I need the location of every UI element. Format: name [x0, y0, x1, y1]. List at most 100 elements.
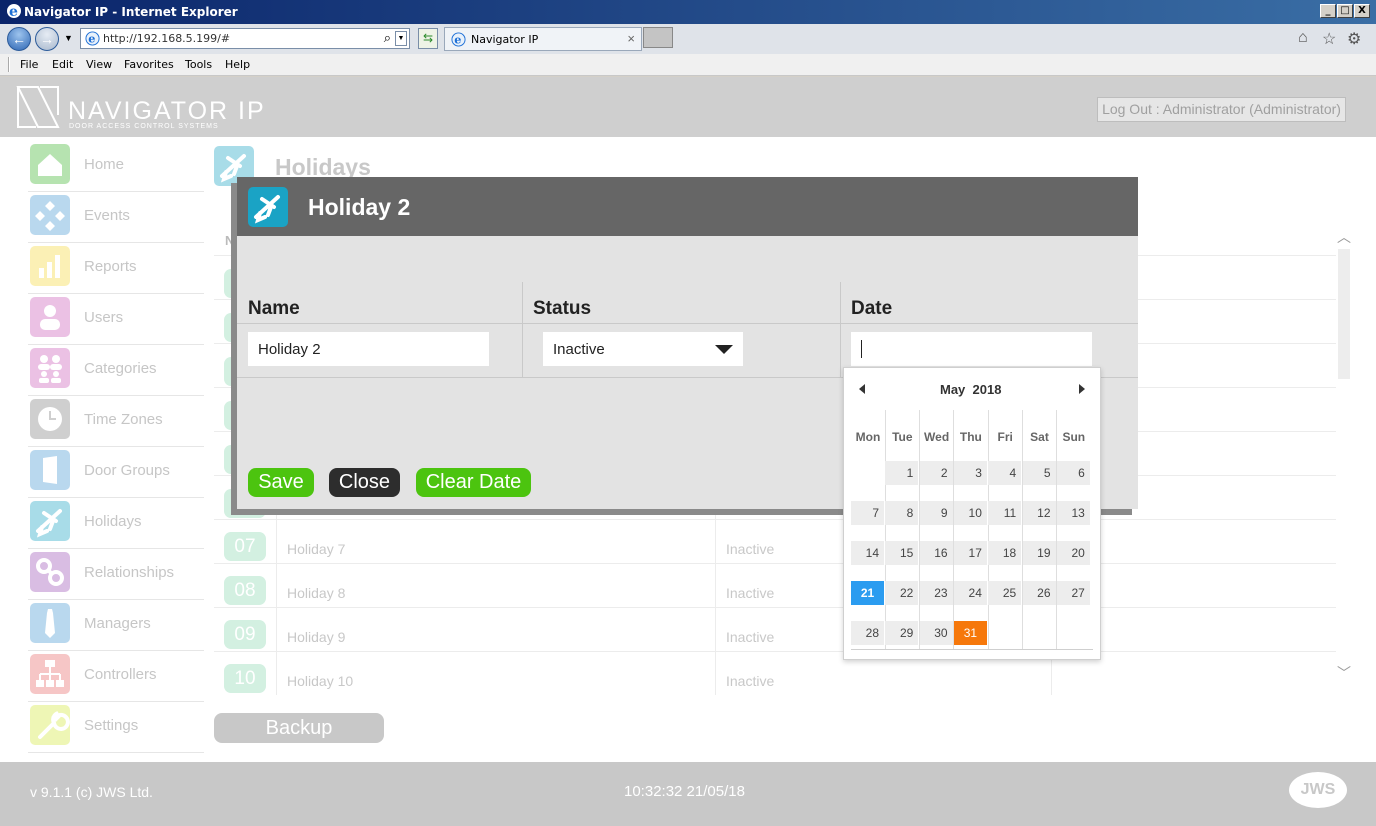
maximize-button[interactable]: □: [1337, 4, 1353, 18]
table-row[interactable]: 10 Holiday 10 Inactive: [214, 658, 1336, 702]
table-row[interactable]: 07 Holiday 7 Inactive: [214, 526, 1336, 570]
date-input[interactable]: [851, 332, 1092, 366]
menu-favorites[interactable]: Favorites: [124, 58, 174, 71]
calendar-day[interactable]: 5: [1022, 461, 1056, 485]
backup-button[interactable]: Backup: [214, 713, 384, 743]
scroll-down-arrow-icon[interactable]: ﹀: [1336, 663, 1352, 683]
table-row[interactable]: 08 Holiday 8 Inactive: [214, 570, 1336, 614]
prev-month-arrow-icon[interactable]: [859, 384, 865, 394]
sidebar-item-label: Door Groups: [84, 462, 170, 479]
sidebar-item-holidays[interactable]: Holidays: [28, 498, 204, 549]
sidebar-item-relationships[interactable]: Relationships: [28, 549, 204, 600]
sidebar-item-managers[interactable]: Managers: [28, 600, 204, 651]
calendar-day[interactable]: 22: [885, 581, 919, 605]
menu-view[interactable]: View: [86, 58, 112, 71]
status-select[interactable]: Inactive: [543, 332, 743, 366]
sidebar-item-categories[interactable]: Categories: [28, 345, 204, 396]
calendar-day[interactable]: 8: [885, 501, 919, 525]
calendar-day[interactable]: 10: [953, 501, 987, 525]
clear-date-button[interactable]: Clear Date: [416, 468, 531, 497]
sidebar-item-users[interactable]: Users: [28, 294, 204, 345]
calendar-column-line: [1056, 410, 1058, 650]
menu-bar: File Edit View Favorites Tools Help: [0, 54, 1376, 76]
calendar-day[interactable]: 25: [988, 581, 1022, 605]
calendar-day[interactable]: 14: [851, 541, 884, 565]
calendar-day[interactable]: 21: [851, 581, 884, 605]
next-month-arrow-icon[interactable]: [1079, 384, 1085, 394]
calendar-day[interactable]: 13: [1056, 501, 1090, 525]
weekday-header: Sat: [1030, 430, 1049, 444]
calendar-day[interactable]: 24: [953, 581, 987, 605]
url-field[interactable]: e http://192.168.5.199/# ⌕ ▼: [80, 28, 410, 49]
sidebar-item-home[interactable]: Home: [28, 141, 204, 192]
chevron-down-icon: [715, 345, 733, 354]
calendar-day[interactable]: 18: [988, 541, 1022, 565]
save-button[interactable]: Save: [248, 468, 314, 497]
minimize-button[interactable]: _: [1320, 4, 1336, 18]
calendar-day[interactable]: 1: [885, 461, 919, 485]
back-button[interactable]: ←: [7, 27, 31, 51]
calendar-day[interactable]: 11: [988, 501, 1022, 525]
calendar-day[interactable]: 17: [953, 541, 987, 565]
calendar-day[interactable]: 15: [885, 541, 919, 565]
ie-logo-icon: e: [7, 4, 21, 19]
sidebar-item-label: Relationships: [84, 564, 175, 581]
calendar-day[interactable]: 27: [1056, 581, 1090, 605]
calendar-day[interactable]: 28: [851, 621, 884, 645]
holiday-status: Inactive: [726, 629, 775, 645]
column-header-name: Name: [248, 298, 300, 319]
calendar-day[interactable]: 20: [1056, 541, 1090, 565]
dialog-header: Holiday 2: [237, 177, 1138, 236]
url-dropdown-icon[interactable]: ▼: [395, 31, 407, 46]
calendar-day[interactable]: 26: [1022, 581, 1056, 605]
footer: v 9.1.1 (c) JWS Ltd. 10:32:32 21/05/18 J…: [0, 762, 1376, 826]
scrollbar-thumb[interactable]: [1338, 249, 1350, 379]
row-number-badge: 09: [224, 620, 266, 649]
calendar-day[interactable]: 9: [919, 501, 953, 525]
history-dropdown-icon[interactable]: ▼: [64, 33, 73, 43]
network-icon: [30, 654, 70, 694]
calendar-day[interactable]: 31: [953, 621, 987, 645]
forward-button[interactable]: →: [35, 27, 59, 51]
calendar-day[interactable]: 3: [953, 461, 987, 485]
browser-tab[interactable]: e Navigator IP ×: [444, 27, 642, 51]
gear-icon[interactable]: ⚙: [1347, 29, 1361, 49]
home-icon[interactable]: ⌂: [1298, 29, 1308, 47]
calendar-day[interactable]: 7: [851, 501, 884, 525]
close-button[interactable]: Close: [329, 468, 400, 497]
logo-subtitle: DOOR ACCESS CONTROL SYSTEMS: [69, 123, 219, 130]
calendar-day[interactable]: 30: [919, 621, 953, 645]
diamonds-icon: [30, 195, 70, 235]
calendar-day[interactable]: 2: [919, 461, 953, 485]
sidebar-item-events[interactable]: Events: [28, 192, 204, 243]
calendar-day[interactable]: 16: [919, 541, 953, 565]
window-titlebar: e Navigator IP - Internet Explorer _ □ X: [0, 0, 1376, 24]
menu-file[interactable]: File: [20, 58, 38, 71]
table-row[interactable]: 09 Holiday 9 Inactive: [214, 614, 1336, 658]
calendar-day[interactable]: 4: [988, 461, 1022, 485]
dialog-row-divider: [237, 323, 1138, 324]
calendar-day[interactable]: 23: [919, 581, 953, 605]
calendar-day[interactable]: 29: [885, 621, 919, 645]
calendar-day[interactable]: 6: [1056, 461, 1090, 485]
calendar-day[interactable]: 19: [1022, 541, 1056, 565]
menu-edit[interactable]: Edit: [52, 58, 73, 71]
sidebar-item-settings[interactable]: Settings: [28, 702, 204, 753]
weekday-header: Fri: [997, 430, 1013, 444]
calendar-day[interactable]: 12: [1022, 501, 1056, 525]
menu-help[interactable]: Help: [225, 58, 250, 71]
logout-button[interactable]: Log Out : Administrator (Administrator): [1097, 97, 1346, 122]
new-tab-button[interactable]: [643, 27, 673, 48]
favorites-star-icon[interactable]: ☆: [1322, 29, 1336, 49]
sidebar-item-door-groups[interactable]: Door Groups: [28, 447, 204, 498]
tab-close-icon[interactable]: ×: [627, 31, 635, 46]
sidebar-item-time-zones[interactable]: Time Zones: [28, 396, 204, 447]
sidebar-item-controllers[interactable]: Controllers: [28, 651, 204, 702]
refresh-button[interactable]: ⇆: [418, 28, 438, 49]
scroll-up-arrow-icon[interactable]: ︿: [1336, 227, 1352, 247]
search-icon[interactable]: ⌕: [384, 30, 391, 46]
close-window-button[interactable]: X: [1354, 4, 1370, 18]
menu-tools[interactable]: Tools: [185, 58, 212, 71]
holiday-name-input[interactable]: [248, 332, 489, 366]
sidebar-item-reports[interactable]: Reports: [28, 243, 204, 294]
